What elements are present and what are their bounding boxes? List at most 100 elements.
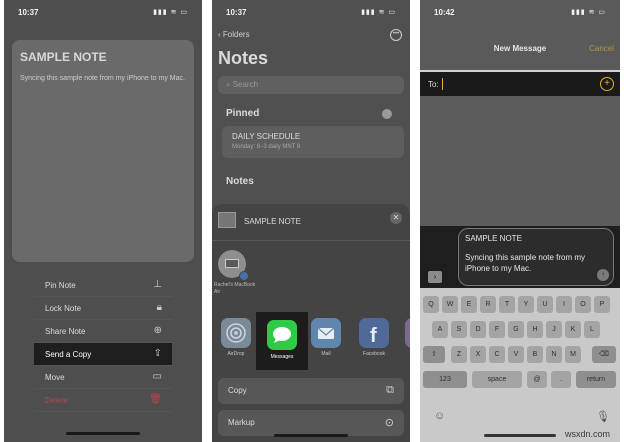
cancel-button[interactable]: Cancel [589,44,614,53]
menu-item-label: Lock Note [45,304,82,313]
menu-item-label: Share Note [45,327,86,336]
shift-key[interactable]: ⇧ [423,346,445,363]
key-e[interactable]: E [461,296,477,313]
add-contact-icon[interactable]: + [600,77,614,91]
share-app-more[interactable]: M [404,318,410,357]
share-app-label: Mail [321,351,331,357]
status-bar: 10:37 ▮▮▮ ≋ ▭ [212,8,410,20]
menu-item-label: Pin Note [45,281,76,290]
airdrop-device-macbook[interactable] [218,250,249,281]
pin-icon: ⊥ [153,279,162,290]
apps-expand-icon[interactable]: › [428,271,442,283]
panel-share-sheet: 10:37 ▮▮▮ ≋ ▭ ‹ Folders ••• Notes ⌕ Sear… [212,0,410,442]
key-q[interactable]: Q [423,296,439,313]
at-key[interactable]: @ [527,371,547,388]
keyboard: Q W E R T Y U I O P A S D F G H J K L ⇧ … [420,288,620,442]
period-key[interactable]: . [551,371,571,388]
recipient-field[interactable]: To: + [420,72,620,96]
home-indicator[interactable] [66,432,140,435]
status-icons: ▮▮▮ ≋ ▭ [571,9,606,16]
key-i[interactable]: I [556,296,572,313]
key-j[interactable]: J [546,321,562,338]
menu-item-label: Delete [45,396,69,405]
context-menu: Pin Note ⊥ Lock Note 🔒︎ Share Note ⊕ Sen… [34,274,172,412]
key-w[interactable]: W [442,296,458,313]
share-action-copy[interactable]: Copy ⧉ [218,378,404,404]
key-x[interactable]: X [470,346,486,363]
close-icon[interactable]: ✕ [390,212,402,224]
menu-item-delete[interactable]: Delete 🗑︎ [34,389,172,412]
share-sheet: SAMPLE NOTE ✕ Rachel's MacBook Air AirDr… [212,204,410,442]
share-app-facebook[interactable]: f Facebook [358,318,390,357]
messages-icon [267,320,297,350]
status-icons: ▮▮▮ ≋ ▭ [361,9,396,16]
app-icon [405,318,410,348]
key-c[interactable]: C [489,346,505,363]
key-r[interactable]: R [480,296,496,313]
share-app-mail[interactable]: Mail [310,318,342,357]
action-label: Markup [228,418,255,427]
menu-item-move[interactable]: Move ▭ [34,366,172,389]
share-item-title: SAMPLE NOTE [244,217,301,226]
watermark: wsxdn.com [564,429,610,439]
note-title: DAILY SCHEDULE [232,132,301,141]
key-k[interactable]: K [565,321,581,338]
share-icon: ⇪ [153,348,162,359]
folder-icon: ▭ [152,371,162,382]
facebook-icon: f [359,318,389,348]
copy-icon: ⧉ [386,384,394,396]
key-o[interactable]: O [575,296,591,313]
key-z[interactable]: Z [451,346,467,363]
share-app-messages[interactable]: Messages [256,312,308,370]
home-indicator[interactable] [274,434,348,437]
key-v[interactable]: V [508,346,524,363]
note-preview-card: SAMPLE NOTE Syncing this sample note fro… [12,40,194,262]
numbers-key[interactable]: 123 [423,371,467,388]
search-input[interactable]: ⌕ Search [218,76,404,94]
key-s[interactable]: S [451,321,467,338]
share-apps-row: AirDrop Mail f Facebook [212,304,410,366]
microphone-icon[interactable]: 🎙︎ [596,410,610,423]
back-to-folders-link[interactable]: ‹ Folders [218,30,250,39]
key-f[interactable]: F [489,321,505,338]
key-a[interactable]: A [432,321,448,338]
home-indicator[interactable] [484,434,556,437]
key-h[interactable]: H [527,321,543,338]
status-icons: ▮▮▮ ≋ ▭ [153,9,188,16]
message-input[interactable]: SAMPLE NOTE Syncing this sample note fro… [458,228,614,286]
key-y[interactable]: Y [518,296,534,313]
more-icon[interactable]: ••• [390,29,402,41]
share-app-label: Facebook [363,351,385,357]
compose-bar: › SAMPLE NOTE Syncing this sample note f… [420,226,620,288]
share-note-icon: ⊕ [153,325,162,336]
key-u[interactable]: U [537,296,553,313]
key-g[interactable]: G [508,321,524,338]
menu-item-lock-note[interactable]: Lock Note 🔒︎ [34,297,172,320]
send-button[interactable]: ↑ [597,269,609,281]
key-p[interactable]: P [594,296,610,313]
message-title-text: SAMPLE NOTE [465,234,522,243]
space-key[interactable]: space [472,371,522,388]
key-b[interactable]: B [527,346,543,363]
emoji-icon[interactable]: ☺ [434,410,445,422]
action-label: Copy [228,386,247,395]
key-m[interactable]: M [565,346,581,363]
key-d[interactable]: D [470,321,486,338]
menu-item-pin-note[interactable]: Pin Note ⊥ [34,274,172,297]
share-app-airdrop[interactable]: AirDrop [220,318,252,357]
backspace-key[interactable]: ⌫ [592,346,616,363]
share-app-label: Messages [270,354,294,360]
message-body-text: Syncing this sample note from my iPhone … [465,253,586,273]
return-key[interactable]: return [576,371,616,388]
to-label: To: [428,80,439,89]
key-t[interactable]: T [499,296,515,313]
trash-icon: 🗑︎ [149,394,162,405]
key-l[interactable]: L [584,321,600,338]
list-item-pinned-note[interactable]: DAILY SCHEDULE Monday: 8–3 daily MNT 8 [222,126,404,158]
lock-icon: 🔒︎ [156,302,162,313]
menu-item-send-a-copy[interactable]: Send a Copy ⇪ [34,343,172,366]
key-n[interactable]: N [546,346,562,363]
menu-item-share-note[interactable]: Share Note ⊕ [34,320,172,343]
share-action-markup[interactable]: Markup ⊙ [218,410,404,436]
menu-item-label: Move [45,373,65,382]
